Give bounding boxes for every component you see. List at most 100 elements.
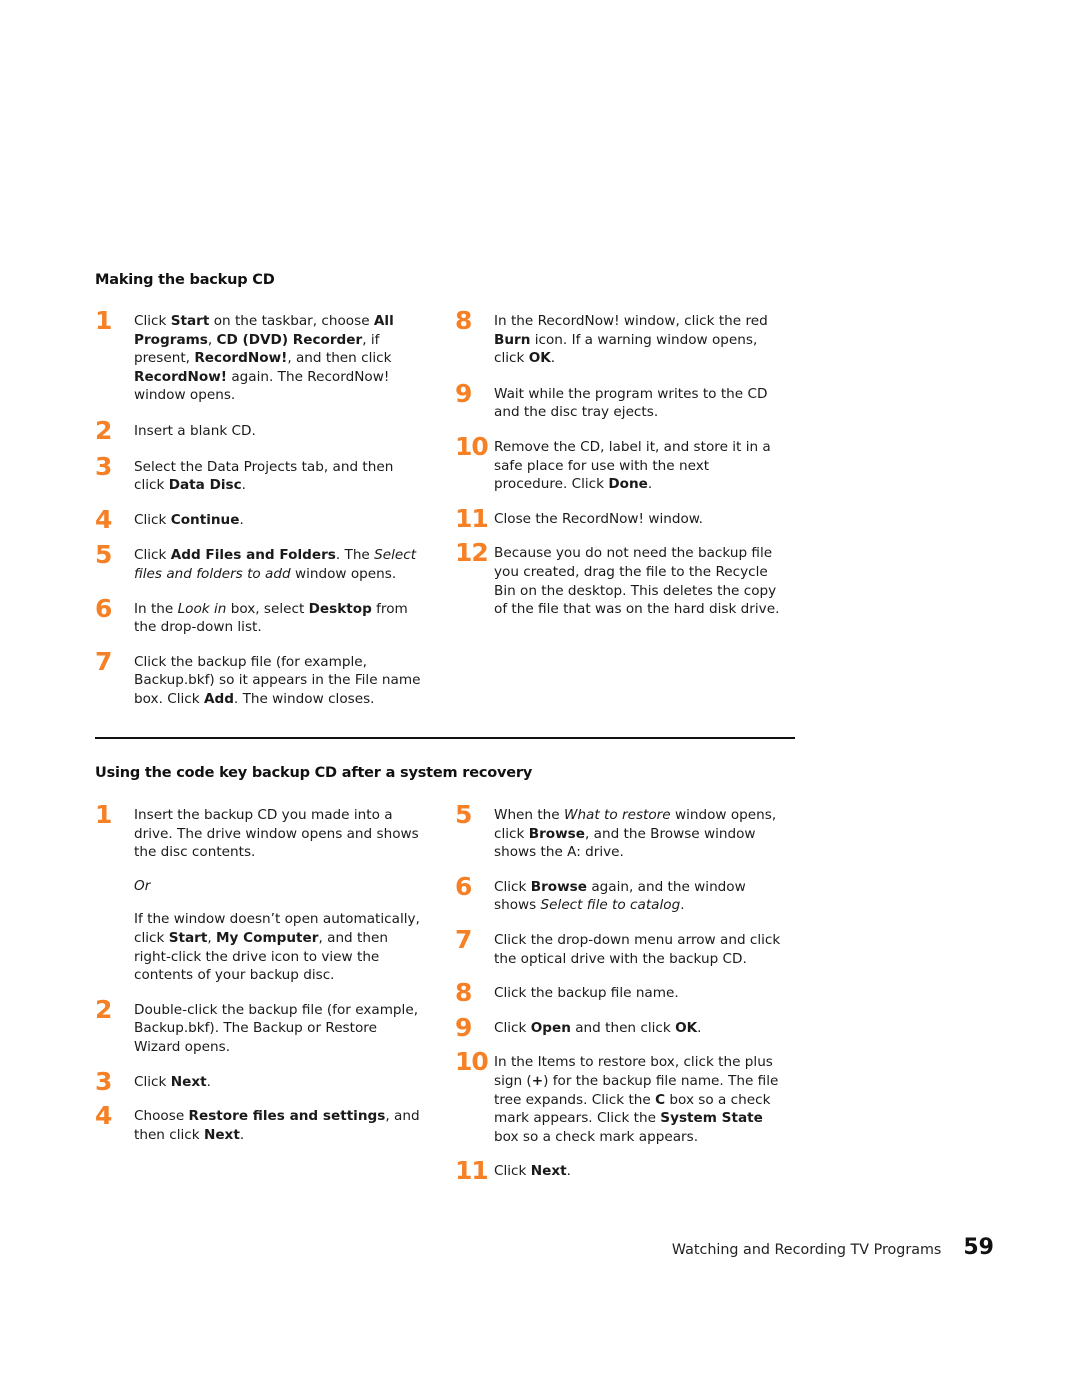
- step-number: 11: [455, 1156, 489, 1186]
- step-number: 1: [95, 800, 112, 829]
- text-run: ,: [207, 331, 217, 348]
- step-item: 12 Because you do not need the backup fil…: [455, 540, 785, 618]
- step-text: Insert a blank CD.: [134, 422, 425, 441]
- step-text: Click Next.: [134, 1073, 425, 1092]
- step-text: In the RecordNow! window, click the red …: [494, 312, 785, 368]
- text-run: Click: [494, 878, 531, 895]
- step-number: 10: [455, 431, 489, 461]
- step-item: 9 Click Open and then click OK.: [455, 1014, 785, 1040]
- step-item: 3 Select the Data Projects tab, and then …: [95, 453, 425, 495]
- bold-term: CD (DVD) Recorder: [216, 331, 363, 348]
- bold-term: Open: [530, 1019, 571, 1036]
- text-run: , and then click: [287, 350, 392, 367]
- text-run: Click: [134, 547, 171, 564]
- step-text: Click Add Files and Folders. The Select …: [134, 546, 425, 583]
- bold-term: Continue: [170, 511, 240, 528]
- step-item: 10 In the Items to restore box, click the…: [455, 1049, 785, 1146]
- bold-term: OK: [675, 1019, 698, 1036]
- step-text: Wait while the program writes to the CD …: [494, 385, 785, 422]
- text-run: Click: [494, 1019, 531, 1036]
- step-paragraph: If the window doesn’t open automatically…: [134, 910, 425, 984]
- text-run: window opens.: [290, 565, 397, 582]
- bold-term: Start: [168, 929, 208, 946]
- step-number: 10: [455, 1047, 489, 1077]
- bold-term: OK: [528, 350, 551, 367]
- section1-left-steps: 1 Click Start on the taskbar, choose All …: [95, 308, 425, 709]
- step-text: In the Look in box, select Desktop from …: [134, 600, 425, 637]
- text-run: .: [241, 477, 246, 494]
- step-item: 5 When the What to restore window opens, …: [455, 802, 785, 862]
- text-run: Insert a blank CD.: [134, 422, 256, 439]
- step-item: 7 Click the backup file (for example, Bac…: [95, 648, 425, 709]
- step-number: 12: [455, 538, 489, 568]
- step-number: 9: [455, 378, 472, 408]
- step-number: 6: [455, 871, 472, 901]
- step-number: 3: [95, 451, 112, 481]
- step-number: 7: [455, 924, 472, 954]
- text-run: .: [697, 1019, 702, 1036]
- page-number: 59: [963, 1235, 994, 1260]
- section2-left-steps: 1 Insert the backup CD you made into a dr…: [95, 802, 425, 1144]
- bold-term: System State: [660, 1110, 763, 1127]
- step-item: 2 Double-click the backup file (for examp…: [95, 996, 425, 1057]
- bold-term: RecordNow!: [194, 350, 288, 367]
- step-number: 1: [95, 306, 112, 335]
- step-number: 4: [95, 504, 112, 534]
- step-number: 2: [95, 994, 112, 1024]
- bold-term: Browse: [528, 825, 585, 842]
- step-item: 8 Click the backup file name.: [455, 980, 785, 1006]
- text-run: In the: [134, 600, 178, 617]
- step-text: Click the backup file (for example, Back…: [134, 653, 425, 709]
- step-text: Click Continue.: [134, 511, 425, 530]
- step-text: In the Items to restore box, click the p…: [494, 1053, 785, 1146]
- step-number: 2: [95, 415, 112, 445]
- text-run: Click the drop-down menu arrow and click…: [494, 931, 781, 967]
- text-run: Double-click the backup file (for exampl…: [134, 1001, 419, 1055]
- step-text: Select the Data Projects tab, and then c…: [134, 458, 425, 495]
- section-title-using-code-key-backup: Using the code key backup CD after a sys…: [95, 765, 533, 781]
- text-run: Wait while the program writes to the CD …: [494, 385, 768, 421]
- text-run: on the taskbar, choose: [209, 313, 374, 329]
- step-number: 3: [95, 1066, 112, 1096]
- text-run: Click: [134, 511, 171, 528]
- step-item: 4 Click Continue.: [95, 506, 425, 532]
- text-run: Insert the backup CD you made into a dri…: [134, 807, 419, 861]
- step-number: 8: [455, 306, 472, 335]
- bold-term: Next: [203, 1126, 240, 1143]
- text-run: Click: [494, 1163, 531, 1180]
- bold-term: +: [531, 1072, 544, 1089]
- bold-term: My Computer: [216, 929, 319, 946]
- text-run: .: [566, 1163, 571, 1180]
- step-item: 4 Choose Restore files and settings, and …: [95, 1103, 425, 1144]
- text-run: box so a check mark appears.: [494, 1128, 699, 1145]
- step-text: Click Start on the taskbar, choose All P…: [134, 312, 425, 405]
- step-item: 7 Click the drop-down menu arrow and clic…: [455, 926, 785, 968]
- step-text: Because you do not need the backup file …: [494, 544, 785, 618]
- text-run: Click the backup file name.: [494, 985, 679, 1002]
- step-text: Click Browse again, and the window shows…: [494, 878, 785, 915]
- chapter-title: Watching and Recording TV Programs: [671, 1242, 942, 1258]
- italic-term: Look in: [177, 600, 227, 617]
- bold-term: Add: [203, 690, 234, 707]
- bold-term: RecordNow!: [134, 368, 227, 385]
- step-number: 9: [455, 1012, 472, 1042]
- step-number: 4: [95, 1101, 112, 1131]
- step-text: Click Next.: [494, 1162, 785, 1181]
- bold-term: Next: [170, 1073, 207, 1090]
- text-run: .: [680, 897, 685, 914]
- step-text: Choose Restore files and settings, and t…: [134, 1107, 425, 1144]
- bold-term: Next: [530, 1163, 567, 1180]
- text-run: .: [647, 476, 653, 493]
- manual-page: Making the backup CD 1 Click Start on the…: [0, 0, 1080, 1397]
- step-item: 11 Click Next.: [455, 1158, 785, 1184]
- text-run: box, select: [226, 600, 309, 617]
- text-run: In the RecordNow! window, click the red: [494, 313, 768, 329]
- step-item: 5 Click Add Files and Folders. The Select…: [95, 542, 425, 583]
- step-item: 6 Click Browse again, and the window show…: [455, 873, 785, 915]
- italic-term: What to restore: [564, 807, 671, 823]
- step-text: Double-click the backup file (for exampl…: [134, 1001, 425, 1057]
- text-run: ,: [207, 929, 217, 946]
- section1-right-steps: 8 In the RecordNow! window, click the red…: [455, 308, 785, 619]
- text-run: Click: [134, 313, 171, 329]
- bold-term: Start: [170, 313, 210, 329]
